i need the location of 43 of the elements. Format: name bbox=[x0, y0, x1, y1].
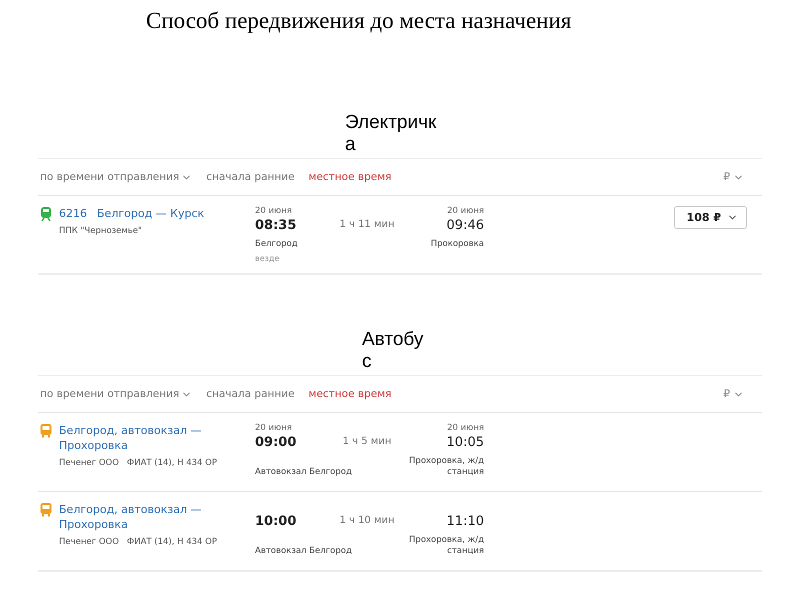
vehicle-text: ФИАТ (14), Н 434 ОР bbox=[126, 537, 217, 547]
currency-dropdown[interactable]: ₽ bbox=[723, 388, 744, 400]
departure-note: везде bbox=[255, 254, 280, 263]
duration-text: 1 ч 5 мин bbox=[342, 436, 392, 447]
price-dropdown[interactable]: 108 ₽ bbox=[674, 206, 747, 229]
arrival-time: 09:46 bbox=[446, 217, 484, 235]
route-link[interactable]: Белгород, автовокзал — Прохоровка bbox=[59, 423, 255, 453]
departure-time: 10:00 bbox=[255, 513, 296, 531]
slide-title: Способ передвижения до места назначения bbox=[146, 8, 572, 34]
arrival-time: 10:05 bbox=[446, 434, 484, 452]
arrival-place: Прохоровка, ж/д станция bbox=[408, 535, 484, 557]
departure-time: 08:35 bbox=[255, 217, 296, 235]
departure-place: Автовокзал Белгород bbox=[255, 546, 352, 557]
sort-dropdown[interactable]: по времени отправления bbox=[40, 388, 192, 400]
vehicle-text: ФИАТ (14), Н 434 ОР bbox=[126, 458, 217, 468]
departure-date: 20 июня bbox=[255, 206, 292, 217]
carrier-text: ППК "Черноземье" bbox=[59, 226, 142, 236]
route-link[interactable]: 6216 Белгород — Курск bbox=[59, 206, 204, 221]
departure-date: 20 июня bbox=[255, 423, 292, 434]
order-link[interactable]: сначала ранние bbox=[206, 171, 295, 183]
timezone-link[interactable]: местное время bbox=[308, 388, 392, 400]
route-link[interactable]: Белгород, автовокзал — Прохоровка bbox=[59, 502, 255, 532]
currency-dropdown[interactable]: ₽ bbox=[723, 171, 744, 183]
departure-time: 09:00 bbox=[255, 434, 296, 452]
duration-text: 1 ч 10 мин bbox=[339, 515, 395, 526]
timezone-link[interactable]: местное время bbox=[308, 171, 392, 183]
order-link[interactable]: сначала ранние bbox=[206, 388, 295, 400]
section-heading: Автобус bbox=[362, 329, 424, 373]
carrier-text: Печенег ООО bbox=[59, 458, 119, 468]
sort-dropdown[interactable]: по времени отправления bbox=[40, 171, 192, 183]
departure-place: Белгород bbox=[255, 239, 298, 250]
arrival-place: Прокоровка bbox=[430, 239, 484, 250]
departure-place: Автовокзал Белгород bbox=[255, 467, 352, 478]
section-heading: Электричка bbox=[345, 112, 438, 156]
carrier-text: Печенег ООО bbox=[59, 537, 119, 547]
arrival-date: 20 июня bbox=[447, 423, 484, 434]
arrival-time: 11:10 bbox=[446, 513, 484, 531]
train-icon bbox=[40, 206, 52, 222]
duration-text: 1 ч 11 мин bbox=[339, 219, 395, 230]
arrival-date: 20 июня bbox=[447, 206, 484, 217]
bus-icon bbox=[40, 502, 52, 517]
arrival-place: Прохоровка, ж/д станция bbox=[408, 456, 484, 478]
bus-icon bbox=[40, 423, 52, 438]
